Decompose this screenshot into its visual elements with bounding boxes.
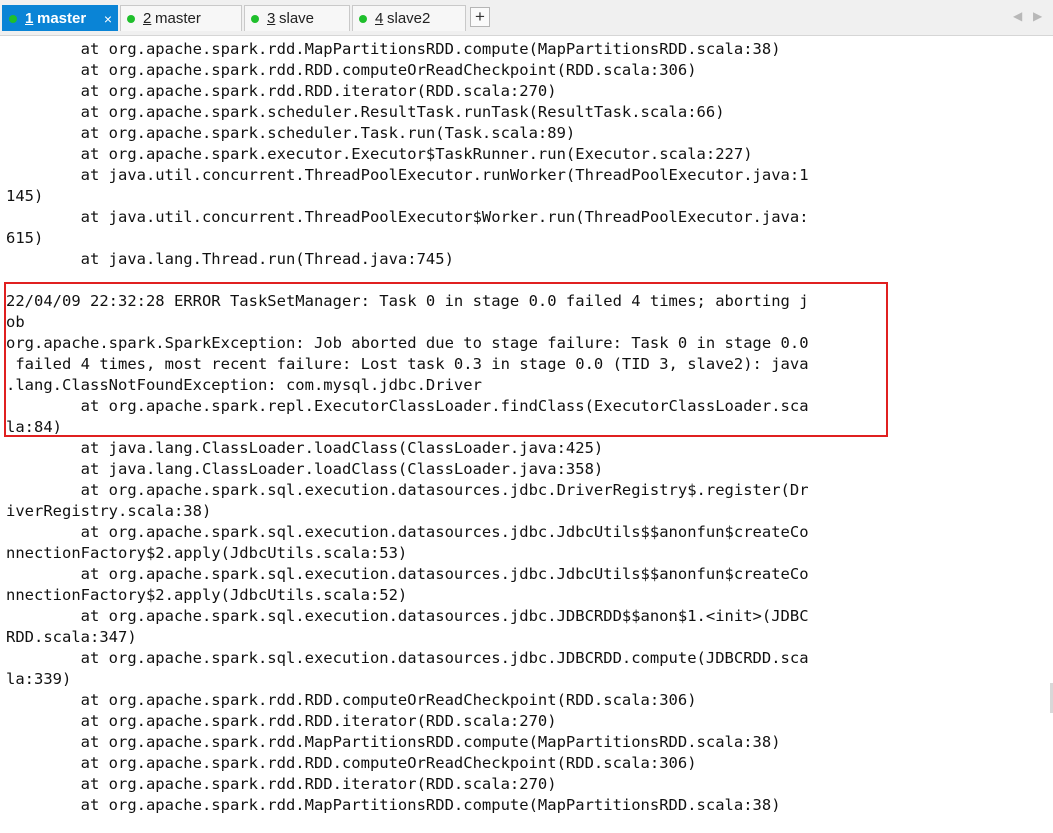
tab-label: master	[155, 10, 201, 27]
terminal-line: at org.apache.spark.rdd.RDD.computeOrRea…	[6, 691, 697, 709]
terminal-line: at java.util.concurrent.ThreadPoolExecut…	[6, 166, 809, 184]
terminal-line: at org.apache.spark.rdd.RDD.computeOrRea…	[6, 61, 697, 79]
terminal-line: at org.apache.spark.rdd.MapPartitionsRDD…	[6, 796, 781, 814]
add-tab-button[interactable]: +	[470, 7, 490, 27]
terminal-line: at org.apache.spark.executor.Executor$Ta…	[6, 145, 753, 163]
scroll-tabs-right-icon[interactable]: ▶	[1033, 9, 1042, 23]
terminal-line: iverRegistry.scala:38)	[6, 502, 212, 520]
tab-number: 2	[143, 10, 152, 27]
tab-label: slave	[279, 10, 315, 27]
tab-3-slave[interactable]: 3 slave	[244, 5, 350, 31]
terminal-line: la:339)	[6, 670, 72, 688]
tab-number: 4	[375, 10, 384, 27]
terminal-line: nnectionFactory$2.apply(JdbcUtils.scala:…	[6, 586, 408, 604]
terminal-line: RDD.scala:347)	[6, 628, 137, 646]
terminal-line: 615)	[6, 229, 44, 247]
close-tab-icon[interactable]: ×	[104, 6, 112, 32]
terminal-line: nnectionFactory$2.apply(JdbcUtils.scala:…	[6, 544, 408, 562]
tab-label: master	[37, 10, 87, 27]
terminal-line: at org.apache.spark.rdd.RDD.iterator(RDD…	[6, 775, 557, 793]
terminal-line: at java.util.concurrent.ThreadPoolExecut…	[6, 208, 809, 226]
tab-number: 3	[267, 10, 276, 27]
terminal-line: at java.lang.ClassLoader.loadClass(Class…	[6, 460, 604, 478]
terminal-line: at org.apache.spark.rdd.MapPartitionsRDD…	[6, 733, 781, 751]
terminal-line: at org.apache.spark.sql.execution.dataso…	[6, 481, 809, 499]
tab-number: 1	[25, 10, 34, 27]
terminal-line: at java.lang.ClassLoader.loadClass(Class…	[6, 439, 604, 457]
tab-label: slave2	[387, 10, 431, 27]
terminal-output[interactable]: at org.apache.spark.rdd.MapPartitionsRDD…	[0, 38, 1053, 833]
terminal-line: 145)	[6, 187, 44, 205]
tab-4-slave2[interactable]: 4 slave2	[352, 5, 466, 31]
session-tab-bar: 1 master × 2 master 3 slave 4 slave2 + ◀…	[0, 0, 1053, 36]
connected-status-dot-icon	[9, 15, 17, 23]
terminal-line: at org.apache.spark.sql.execution.dataso…	[6, 649, 809, 667]
terminal-line: at java.lang.Thread.run(Thread.java:745)	[6, 250, 454, 268]
terminal-line: at org.apache.spark.rdd.RDD.computeOrRea…	[6, 754, 697, 772]
terminal-line: at org.apache.spark.sql.execution.dataso…	[6, 565, 809, 583]
tab-1-master[interactable]: 1 master ×	[2, 5, 118, 31]
connected-status-dot-icon	[359, 15, 367, 23]
terminal-line: at org.apache.spark.rdd.MapPartitionsRDD…	[6, 40, 781, 58]
terminal-line: at org.apache.spark.scheduler.Task.run(T…	[6, 124, 576, 142]
terminal-line: at org.apache.spark.rdd.RDD.iterator(RDD…	[6, 712, 557, 730]
terminal-line: at org.apache.spark.sql.execution.dataso…	[6, 607, 809, 625]
scroll-tabs-left-icon[interactable]: ◀	[1013, 9, 1022, 23]
connected-status-dot-icon	[251, 15, 259, 23]
error-highlight-box	[4, 282, 888, 437]
terminal-line: at org.apache.spark.scheduler.ResultTask…	[6, 103, 725, 121]
connected-status-dot-icon	[127, 15, 135, 23]
terminal-line: at org.apache.spark.sql.execution.dataso…	[6, 523, 809, 541]
tab-2-master[interactable]: 2 master	[120, 5, 242, 31]
terminal-line: at org.apache.spark.rdd.RDD.iterator(RDD…	[6, 82, 557, 100]
